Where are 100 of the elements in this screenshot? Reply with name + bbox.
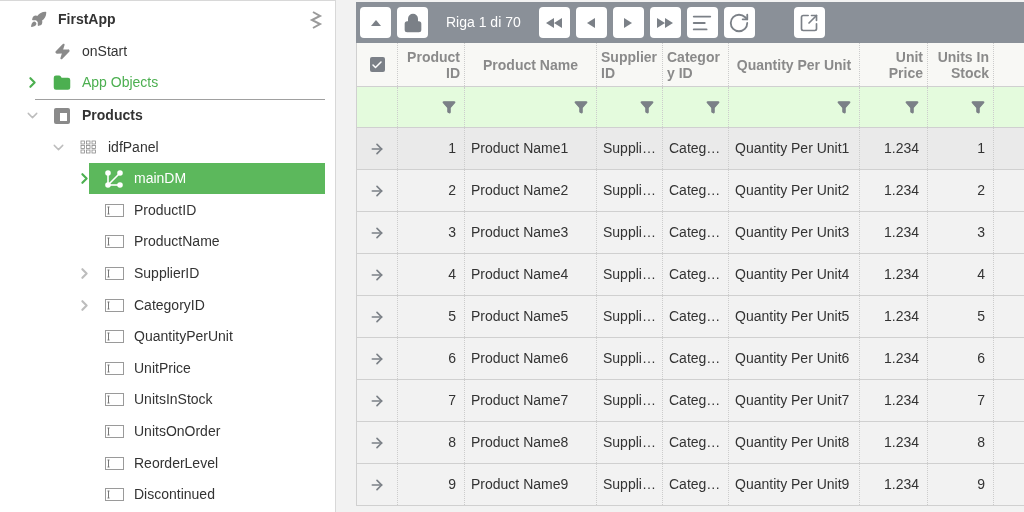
table-cell-text: Categ… — [669, 475, 721, 494]
triangle-left-icon — [586, 16, 597, 29]
table-cell-text: 5 — [448, 307, 456, 326]
toolbar-button[interactable] — [723, 7, 755, 38]
table-cell-text: 1.234 — [883, 349, 919, 368]
table-cell-text: Categ… — [669, 391, 721, 410]
select-all-checkbox[interactable] — [369, 57, 385, 72]
table-cell-text: Quantity Per Unit2 — [735, 181, 850, 200]
lock-icon — [402, 12, 423, 33]
table-cell-text: 3 — [448, 223, 456, 242]
table-cell-text: 1.234 — [883, 475, 919, 494]
external-link-icon — [799, 12, 820, 33]
table-cell-text: 8 — [977, 433, 985, 452]
toolbar-button[interactable] — [686, 7, 718, 38]
table-cell-text: 7 — [448, 391, 456, 410]
double-triangle-left-icon — [545, 16, 564, 29]
table-cell-text: Categ… — [669, 307, 721, 326]
filter-icon[interactable] — [442, 100, 456, 114]
table-cell-text: Quantity Per Unit9 — [735, 475, 850, 494]
table-cell-text: 6 — [977, 349, 985, 368]
table-cell-text: 1 — [977, 139, 985, 158]
text-field-icon — [104, 393, 124, 407]
table-cell-text: Categ… — [669, 181, 721, 200]
table-cell-text: 4 — [448, 265, 456, 284]
logo-icon — [309, 10, 323, 29]
table-cell-text: Quantity Per Unit8 — [735, 433, 850, 452]
tree-item[interactable]: idfPanel — [63, 131, 325, 163]
tree-item[interactable]: onStart — [37, 35, 325, 67]
table-cell-text: 2 — [448, 181, 456, 200]
tree-item[interactable]: Discontinued — [89, 479, 325, 511]
filter-icon[interactable] — [574, 100, 588, 114]
triangle-right-icon — [623, 16, 634, 29]
table-cell-text: Suppli… — [603, 181, 656, 200]
table-cell-text: 5 — [977, 307, 985, 326]
table-cell-text: Suppli… — [603, 307, 656, 326]
filter-icon[interactable] — [640, 100, 654, 114]
text-field-icon — [104, 235, 124, 249]
table-cell-text: Categ… — [669, 349, 721, 368]
table-cell-text: Product Name3 — [471, 223, 569, 242]
text-field-icon — [104, 267, 124, 281]
node-graph-icon — [105, 169, 123, 188]
table-cell-text: Quantity Per Unit7 — [735, 391, 850, 410]
tree-item[interactable]: CategoryID — [89, 289, 325, 321]
check-icon — [371, 58, 383, 71]
form-icon — [53, 106, 71, 125]
filter-icon[interactable] — [971, 100, 985, 114]
filter-icon[interactable] — [706, 100, 720, 114]
text-field-icon — [104, 203, 124, 217]
table-cell-text: Product Name6 — [471, 349, 569, 368]
table-cell-text: 9 — [448, 475, 456, 494]
toolbar-button[interactable] — [360, 7, 391, 38]
table-cell-text: 1.234 — [883, 433, 919, 452]
table-cell-text: 1.234 — [883, 181, 919, 200]
text-field-icon — [104, 361, 124, 375]
tree-item[interactable]: FirstApp — [13, 4, 325, 36]
tree-item[interactable]: Products — [37, 100, 325, 132]
toolbar-button[interactable] — [575, 7, 607, 38]
table-cell-text: Quantity Per Unit5 — [735, 307, 850, 326]
table-cell-text: Product Name5 — [471, 307, 569, 326]
table-cell-text: Suppli… — [603, 475, 656, 494]
table-cell-text: Suppli… — [603, 223, 656, 242]
table-cell-text: 7 — [977, 391, 985, 410]
table-cell-text: Categ… — [669, 433, 721, 452]
toolbar-button[interactable] — [612, 7, 644, 38]
tree-item[interactable]: ProductName — [89, 226, 325, 258]
table-cell-text: 4 — [977, 265, 985, 284]
table-cell-text: Suppli… — [603, 391, 656, 410]
table-cell-text: 1.234 — [883, 265, 919, 284]
text-field-icon — [104, 298, 124, 312]
toolbar-button[interactable] — [793, 7, 825, 38]
tree-item[interactable]: UnitsInStock — [89, 384, 325, 416]
table-cell-text: 2 — [977, 181, 985, 200]
tree-item[interactable]: ReorderLevel — [89, 447, 325, 479]
table-cell-text: 8 — [448, 433, 456, 452]
rocket-icon — [29, 11, 47, 29]
table-cell-text: Suppli… — [603, 433, 656, 452]
toolbar-button[interactable] — [397, 7, 428, 38]
filter-icon[interactable] — [837, 100, 851, 114]
table-cell-text: Suppli… — [603, 139, 656, 158]
tree-item[interactable]: UnitPrice — [89, 352, 325, 384]
table-cell-text: Quantity Per Unit6 — [735, 349, 850, 368]
folder-icon — [53, 74, 71, 92]
tree-item[interactable]: UnitsOnOrder — [89, 416, 325, 447]
table-cell-text: Suppli… — [603, 349, 656, 368]
table-cell-text: 1.234 — [883, 307, 919, 326]
table-cell-text: Product Name7 — [471, 391, 569, 410]
table-cell-text: 6 — [448, 349, 456, 368]
row-counter: Riga 1 di 70 — [446, 13, 521, 32]
table-cell-text: 1.234 — [883, 223, 919, 242]
toolbar-button[interactable] — [649, 7, 681, 38]
table-cell-text: 9 — [977, 475, 985, 494]
tree-item[interactable]: ProductID — [89, 194, 325, 226]
toolbar-button[interactable] — [538, 7, 570, 38]
table-cell-text: 1 — [448, 139, 456, 158]
dot-grid-icon — [80, 140, 96, 155]
refresh-icon — [728, 11, 751, 34]
tree-item[interactable]: SupplierID — [89, 258, 325, 290]
filter-icon[interactable] — [905, 100, 919, 114]
tree-item[interactable]: QuantityPerUnit — [89, 321, 325, 353]
table-cell-text: Product Name9 — [471, 475, 569, 494]
